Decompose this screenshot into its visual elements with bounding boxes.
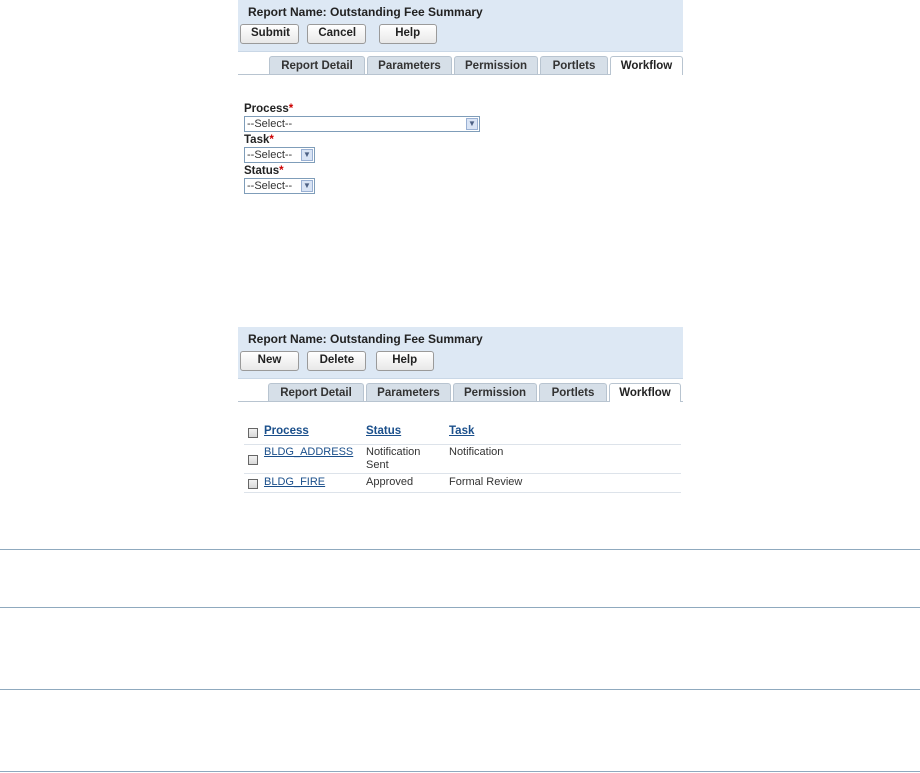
screen1-toolbar: Submit Cancel Help [238, 20, 683, 52]
help-button[interactable]: Help [375, 351, 434, 371]
table-row: BLDG_FIRE Approved Formal Review [244, 474, 681, 493]
screen2-toolbar: New Delete Help [238, 347, 683, 379]
screen2-tabbar: Report Detail Parameters Permission Port… [238, 379, 683, 402]
tab-parameters[interactable]: Parameters [367, 56, 452, 74]
help-button[interactable]: Help [378, 24, 437, 44]
row-checkbox[interactable] [248, 455, 258, 465]
tab-portlets[interactable]: Portlets [539, 383, 607, 401]
required-mark: * [279, 165, 284, 177]
column-header-task[interactable]: Task [449, 425, 474, 437]
status-select[interactable]: --Select-- ▼ [244, 178, 315, 194]
row-checkbox[interactable] [248, 479, 258, 489]
new-button[interactable]: New [240, 351, 299, 371]
screen1-tabbar: Report Detail Parameters Permission Port… [238, 52, 683, 75]
screen1-header: Report Name: Outstanding Fee Summary Sub… [238, 0, 683, 52]
status-label: Status* [244, 165, 284, 177]
workflow-form: Process* --Select-- ▼ Task* --Select-- ▼… [244, 102, 480, 194]
process-select[interactable]: --Select-- ▼ [244, 116, 480, 132]
status-cell: Approved [366, 476, 414, 488]
required-mark: * [269, 134, 274, 146]
process-label: Process* [244, 103, 294, 115]
divider [0, 689, 920, 690]
task-label: Task* [244, 134, 274, 146]
table-row: BLDG_ADDRESS Notification Sent Notificat… [244, 445, 681, 474]
process-link[interactable]: BLDG_FIRE [264, 476, 325, 488]
workflow-table: Process Status Task BLDG_ADDRESS Notific… [244, 418, 681, 493]
tab-report-detail[interactable]: Report Detail [268, 383, 364, 401]
tab-portlets[interactable]: Portlets [540, 56, 608, 74]
required-mark: * [288, 103, 294, 115]
tab-permission[interactable]: Permission [454, 56, 538, 74]
divider [0, 549, 920, 550]
submit-button[interactable]: Submit [240, 24, 299, 44]
task-cell: Formal Review [449, 476, 523, 488]
table-header: Process Status Task [244, 418, 681, 445]
tab-workflow[interactable]: Workflow [609, 383, 681, 402]
divider [0, 607, 920, 608]
column-header-status[interactable]: Status [366, 425, 401, 437]
report-title: Report Name: Outstanding Fee Summary [248, 5, 483, 19]
screen1-panel: Report Name: Outstanding Fee Summary Sub… [238, 0, 683, 75]
task-cell: Notification [449, 446, 504, 458]
column-header-process[interactable]: Process [264, 425, 309, 437]
chevron-down-icon[interactable]: ▼ [301, 149, 313, 161]
screen2-header: Report Name: Outstanding Fee Summary New… [238, 327, 683, 379]
cancel-button[interactable]: Cancel [307, 24, 367, 44]
delete-button[interactable]: Delete [307, 351, 367, 371]
status-cell: Notification Sent [366, 446, 421, 471]
process-link[interactable]: BLDG_ADDRESS [264, 446, 353, 458]
tab-parameters[interactable]: Parameters [366, 383, 451, 401]
tab-permission[interactable]: Permission [453, 383, 537, 401]
divider [0, 771, 920, 772]
select-all-checkbox[interactable] [248, 428, 258, 438]
chevron-down-icon[interactable]: ▼ [301, 180, 313, 192]
tab-report-detail[interactable]: Report Detail [269, 56, 365, 74]
chevron-down-icon[interactable]: ▼ [466, 118, 478, 130]
report-title: Report Name: Outstanding Fee Summary [248, 332, 483, 346]
task-select[interactable]: --Select-- ▼ [244, 147, 315, 163]
screen2-panel: Report Name: Outstanding Fee Summary New… [238, 327, 683, 402]
tab-workflow[interactable]: Workflow [610, 56, 683, 75]
